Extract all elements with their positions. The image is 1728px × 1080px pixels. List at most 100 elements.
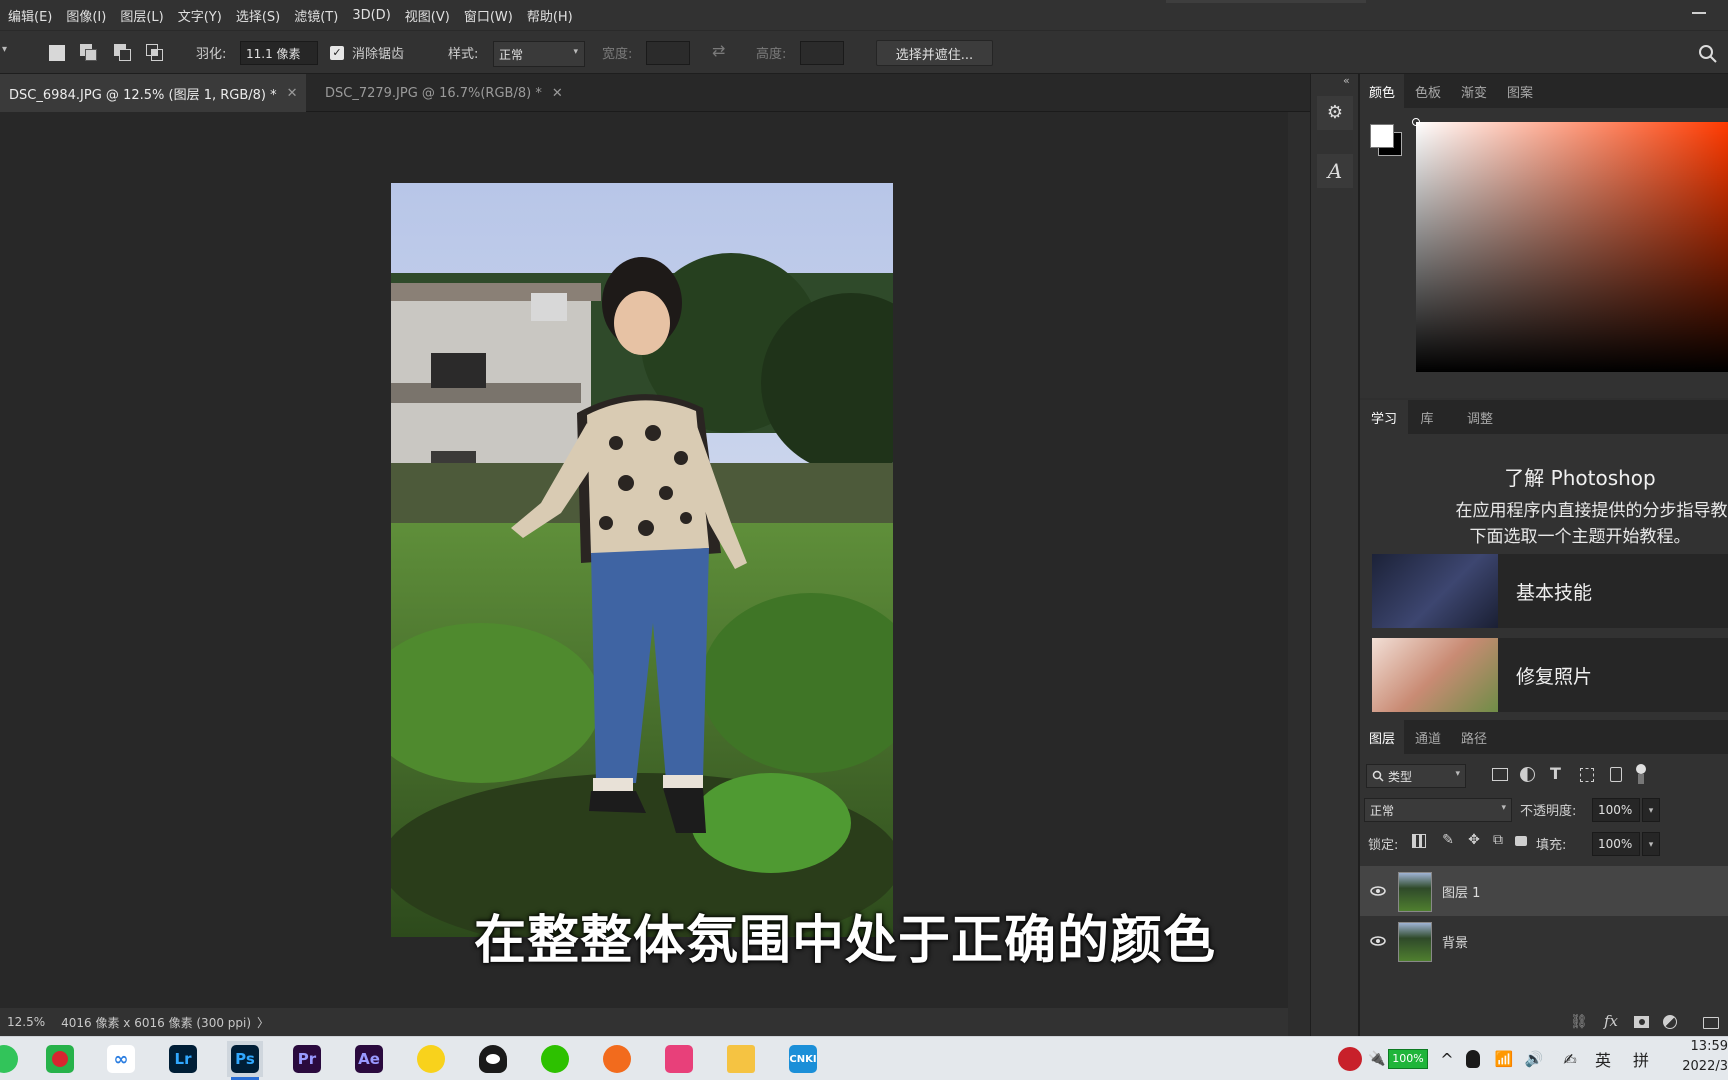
layer-name[interactable]: 背景 — [1442, 932, 1468, 951]
app-360-icon[interactable] — [0, 1041, 22, 1077]
ime-language[interactable]: 英 — [1588, 1037, 1618, 1080]
menu-view[interactable]: 视图(V) — [405, 6, 450, 25]
tab-swatches[interactable]: 色板 — [1408, 74, 1448, 108]
character-icon[interactable]: A — [1317, 154, 1353, 188]
blend-mode-select[interactable]: 正常 ▾ — [1364, 798, 1512, 822]
tab-patterns[interactable]: 图案 — [1500, 74, 1540, 108]
menu-filter[interactable]: 滤镜(T) — [294, 6, 338, 25]
type-filter-icon[interactable]: T — [1550, 764, 1561, 783]
wifi-icon[interactable]: 📶 — [1492, 1037, 1516, 1080]
app-baidu-netdisk-icon[interactable]: ∞ — [103, 1041, 139, 1077]
antialias-checkbox[interactable]: ✓ — [330, 46, 344, 60]
adjustment-filter-icon[interactable] — [1520, 767, 1535, 782]
menu-image[interactable]: 图像(I) — [66, 6, 106, 25]
tab-channels[interactable]: 通道 — [1408, 720, 1448, 754]
tab-adjustments[interactable]: 调整 — [1458, 400, 1502, 434]
new-selection-icon[interactable] — [49, 45, 65, 61]
swap-icon[interactable]: ⇄ — [712, 41, 725, 60]
app-premiere-icon[interactable]: Pr — [289, 1041, 325, 1077]
layer-name[interactable]: 图层 1 — [1442, 882, 1480, 901]
add-selection-icon[interactable] — [80, 44, 98, 62]
volume-icon[interactable]: 🔊 — [1522, 1037, 1546, 1080]
subtract-selection-icon[interactable] — [114, 44, 132, 62]
clock-date[interactable]: 2022/3 — [1664, 1059, 1728, 1074]
mask-icon[interactable] — [1634, 1016, 1649, 1028]
collapse-arrows-icon[interactable]: « — [1343, 74, 1350, 87]
lock-brush-icon[interactable]: ✎ — [1438, 832, 1458, 852]
lock-position-icon[interactable]: ✥ — [1464, 832, 1484, 852]
opacity-input[interactable]: 100% — [1592, 798, 1640, 822]
app-qq-music-icon[interactable] — [413, 1041, 449, 1077]
filter-toggle-icon[interactable] — [1636, 764, 1646, 774]
tab-paths[interactable]: 路径 — [1454, 720, 1494, 754]
clock-time[interactable]: 13:59 — [1664, 1039, 1728, 1054]
minimize-icon[interactable] — [1692, 12, 1706, 14]
shape-filter-icon[interactable] — [1580, 768, 1594, 782]
intersect-selection-icon[interactable] — [146, 44, 164, 62]
menu-window[interactable]: 窗口(W) — [464, 6, 513, 25]
tab-dsc-6984[interactable]: DSC_6984.JPG @ 12.5% (图层 1, RGB/8) * ✕ — [0, 74, 306, 112]
tray-app-icon[interactable] — [1336, 1037, 1364, 1080]
opacity-chevron-icon[interactable]: ▾ — [1642, 798, 1660, 822]
menu-help[interactable]: 帮助(H) — [527, 6, 573, 25]
close-icon[interactable]: ✕ — [552, 86, 563, 101]
adjustment-icon[interactable] — [1663, 1015, 1677, 1029]
folder-icon[interactable] — [1703, 1017, 1719, 1029]
tab-libraries[interactable]: 库 — [1410, 400, 1444, 434]
tab-gradients[interactable]: 渐变 — [1454, 74, 1494, 108]
fill-chevron-icon[interactable]: ▾ — [1642, 832, 1660, 856]
zoom-level[interactable]: 12.5% — [7, 1015, 45, 1029]
status-arrow-icon[interactable]: 〉 — [257, 1014, 269, 1031]
link-icon[interactable]: ⛓ — [1570, 1014, 1588, 1030]
close-icon[interactable]: ✕ — [287, 86, 298, 101]
tab-learn[interactable]: 学习 — [1360, 400, 1408, 434]
canvas-scrollbar[interactable] — [1288, 112, 1310, 1036]
power-plug-icon[interactable]: 🔌 — [1368, 1037, 1386, 1080]
style-select[interactable]: 正常 ▾ — [493, 41, 585, 67]
layer-filter-select[interactable]: 类型 ▾ — [1366, 764, 1466, 788]
app-photoshop-icon[interactable]: Ps — [227, 1041, 263, 1077]
app-qq-icon[interactable] — [475, 1041, 511, 1077]
feather-input[interactable]: 11.1 像素 — [240, 41, 318, 65]
app-audio-icon[interactable] — [661, 1041, 697, 1077]
app-wechat-icon[interactable] — [537, 1041, 573, 1077]
color-picker-marker[interactable] — [1412, 118, 1420, 126]
app-lightroom-icon[interactable]: Lr — [165, 1041, 201, 1077]
app-cnki-icon[interactable]: CNKI — [785, 1041, 821, 1077]
select-and-mask-button[interactable]: 选择并遮住... — [876, 40, 993, 66]
menu-3d[interactable]: 3D(D) — [352, 8, 390, 23]
smart-object-filter-icon[interactable] — [1610, 767, 1622, 782]
height-input[interactable] — [800, 41, 844, 65]
menu-edit[interactable]: 编辑(E) — [8, 6, 52, 25]
search-icon[interactable] — [1698, 44, 1718, 64]
tab-layers[interactable]: 图层 — [1360, 720, 1404, 754]
lock-transparent-icon[interactable] — [1412, 834, 1426, 848]
tray-qq-icon[interactable] — [1460, 1037, 1486, 1080]
tray-overflow-chevron-icon[interactable]: ^ — [1436, 1037, 1458, 1080]
learn-topic-repair-photos[interactable]: 修复照片 — [1372, 638, 1728, 712]
layer-row-layer1[interactable]: 图层 1 — [1360, 866, 1728, 916]
lock-artboard-icon[interactable]: ⧉ — [1488, 832, 1508, 852]
properties-icon[interactable]: ⚙ — [1317, 96, 1353, 130]
visibility-eye-icon[interactable] — [1370, 883, 1386, 899]
tab-dsc-7279[interactable]: DSC_7279.JPG @ 16.7%(RGB/8) * ✕ — [316, 74, 572, 112]
learn-topic-basic-skills[interactable]: 基本技能 — [1372, 554, 1728, 628]
lock-all-icon[interactable] — [1515, 836, 1527, 846]
foreground-color-swatch[interactable] — [1370, 124, 1394, 148]
fx-icon[interactable]: fx — [1604, 1012, 1618, 1030]
app-file-explorer-icon[interactable] — [723, 1041, 759, 1077]
tab-color[interactable]: 颜色 — [1360, 74, 1404, 108]
tool-preset-chevron-icon[interactable]: ▾ — [2, 44, 7, 55]
fill-input[interactable]: 100% — [1592, 832, 1640, 856]
pen-icon[interactable]: ✍ — [1558, 1037, 1582, 1080]
menu-select[interactable]: 选择(S) — [236, 6, 280, 25]
visibility-eye-icon[interactable] — [1370, 933, 1386, 949]
menu-layer[interactable]: 图层(L) — [120, 6, 163, 25]
battery-indicator[interactable]: 100% — [1386, 1037, 1430, 1080]
menu-type[interactable]: 文字(Y) — [178, 6, 222, 25]
document-photo[interactable] — [391, 183, 893, 937]
ime-mode[interactable]: 拼 — [1626, 1037, 1656, 1080]
color-field[interactable] — [1416, 122, 1728, 372]
width-input[interactable] — [646, 41, 690, 65]
app-netease-icon[interactable] — [42, 1041, 78, 1077]
